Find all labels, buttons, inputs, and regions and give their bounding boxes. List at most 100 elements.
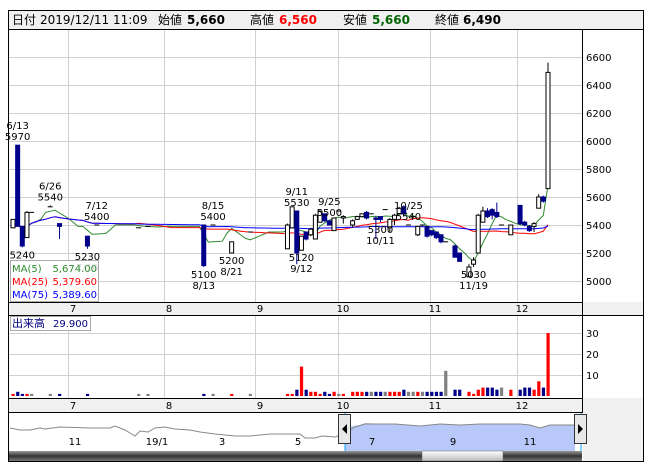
candle-down xyxy=(364,211,370,219)
volume-bar xyxy=(490,387,494,396)
price-tick-label: 5200 xyxy=(586,249,611,260)
price-tick-label: 6600 xyxy=(586,53,611,64)
candle-up xyxy=(480,210,486,223)
candle-up xyxy=(545,71,551,190)
volume-bar xyxy=(48,393,52,396)
volume-bar xyxy=(537,381,541,396)
candle-down xyxy=(489,209,495,216)
candle-up xyxy=(24,211,30,239)
annotation-date: 8/15 xyxy=(202,201,224,212)
close-value: 6,490 xyxy=(463,13,501,27)
stock-chart: 日付 2019/12/11 11:09 始値 5,660 高値 6,560 安値… xyxy=(5,10,644,462)
ma75-value: 5,389.60 xyxy=(52,290,97,301)
nav-label: 9 xyxy=(450,437,456,448)
volume-month-label: 7 xyxy=(70,401,76,412)
annotation-price: 5240 xyxy=(10,250,35,261)
candle-down xyxy=(429,230,435,236)
nav-label: 19/1 xyxy=(146,437,168,448)
nav-label: 11 xyxy=(524,437,537,448)
candle-up xyxy=(508,224,514,236)
date-value: 2019/12/11 11:09 xyxy=(40,13,148,27)
candle-up xyxy=(229,241,235,254)
volume-bar xyxy=(509,389,513,396)
volume-bar xyxy=(458,389,462,396)
candle-up xyxy=(415,225,421,236)
range-handle-left[interactable] xyxy=(338,414,351,444)
volume-bar xyxy=(402,389,406,396)
candle-down xyxy=(84,235,90,247)
annotation-price: 5100 xyxy=(191,270,216,281)
price-tick-label: 6400 xyxy=(586,81,611,92)
annotation-date: 7/12 xyxy=(86,201,108,212)
range-handle-right[interactable] xyxy=(574,414,587,444)
volume-month-label: 12 xyxy=(516,401,529,412)
volume-bar xyxy=(430,391,434,396)
volume-bar xyxy=(472,393,476,396)
candle-down xyxy=(438,234,444,243)
volume-bar xyxy=(532,389,536,396)
annotation-date: 8/13 xyxy=(193,281,215,292)
annotation-price: 5200 xyxy=(219,256,244,267)
volume-tick-label: 10 xyxy=(586,371,599,382)
price-tick-label: 5000 xyxy=(586,277,611,288)
candle-down xyxy=(433,231,439,239)
volume-bar xyxy=(416,391,420,396)
annotation-price: 5500 xyxy=(317,208,342,219)
annotation-price: 5030 xyxy=(461,270,486,281)
volume-bar xyxy=(295,389,299,396)
month-axis-price xyxy=(9,302,582,315)
candle-down xyxy=(540,196,546,202)
ma25-value: 5,379.60 xyxy=(52,277,97,288)
annotation-price: 5120 xyxy=(289,253,314,264)
price-month-label: 12 xyxy=(516,304,529,315)
annotation-price: 5400 xyxy=(84,212,109,223)
volume-bar xyxy=(546,333,550,396)
volume-month-label: 9 xyxy=(257,401,263,412)
candle-down xyxy=(303,231,309,240)
range-navigator[interactable]: 11 19/1 3 5 7 9 11 xyxy=(9,413,587,451)
volume-bar xyxy=(299,366,304,396)
volume-bar xyxy=(351,391,355,396)
volume-tick-label: 30 xyxy=(586,329,599,340)
nav-label: 11 xyxy=(69,437,82,448)
nav-label: 3 xyxy=(219,437,225,448)
ma75-label: MA(75) xyxy=(12,290,48,301)
annotation-date: 9/11 xyxy=(286,187,308,198)
candle-down xyxy=(526,225,532,232)
high-label: 高値 xyxy=(250,12,274,27)
volume-bar xyxy=(337,393,341,396)
annotation-date: 10/11 xyxy=(366,236,395,247)
candle-up xyxy=(471,259,477,265)
volume-bar xyxy=(523,387,527,396)
candle-down xyxy=(326,220,332,226)
annotation-price: 5540 xyxy=(396,212,421,223)
candle-up xyxy=(308,228,314,236)
candle-up xyxy=(284,224,290,250)
volume-bar xyxy=(318,393,322,396)
volume-bar xyxy=(444,370,448,396)
price-month-label: 7 xyxy=(70,304,76,315)
volume-bar xyxy=(374,391,378,396)
volume-tick-label: 20 xyxy=(586,350,599,361)
low-value: 5,660 xyxy=(372,13,410,27)
price-month-label: 10 xyxy=(337,304,350,315)
annotation-date: 6/26 xyxy=(39,181,61,192)
volume-month-label: 8 xyxy=(166,401,172,412)
volume-bar xyxy=(58,393,62,396)
volume-legend: 出来高 29.900 xyxy=(10,316,91,331)
volume-bar xyxy=(420,391,425,396)
nav-label: 7 xyxy=(369,437,375,448)
candle-up xyxy=(10,218,16,229)
volume-bar xyxy=(146,393,150,396)
candle-down xyxy=(19,225,25,247)
high-value: 6,560 xyxy=(279,13,317,27)
annotation-date: 10/25 xyxy=(394,201,423,212)
candle-up xyxy=(475,214,481,254)
candle-up xyxy=(359,213,365,218)
volume-bar xyxy=(379,391,383,396)
volume-bar xyxy=(309,391,313,396)
scrollbar-thumb[interactable] xyxy=(421,450,504,462)
month-axis-volume xyxy=(9,398,582,412)
volume-label: 出来高 xyxy=(12,316,45,330)
volume-bar xyxy=(360,391,364,396)
